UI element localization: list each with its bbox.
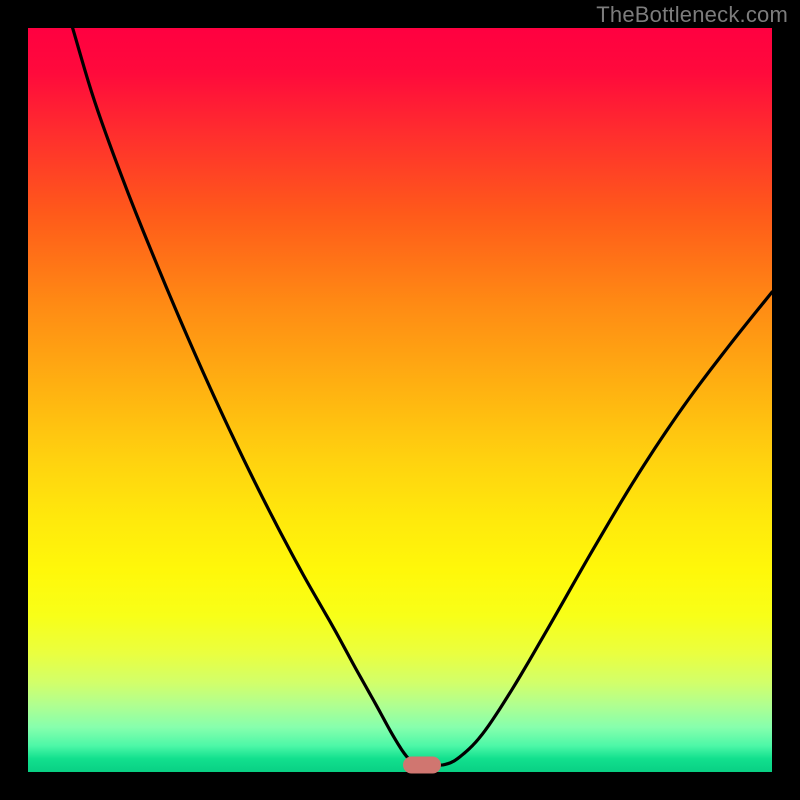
watermark-text: TheBottleneck.com	[596, 2, 788, 28]
plot-area	[28, 28, 772, 772]
bottleneck-curve	[28, 28, 772, 772]
optimal-point-marker	[403, 756, 441, 773]
chart-frame: TheBottleneck.com	[0, 0, 800, 800]
bottleneck-curve-path	[73, 28, 772, 765]
